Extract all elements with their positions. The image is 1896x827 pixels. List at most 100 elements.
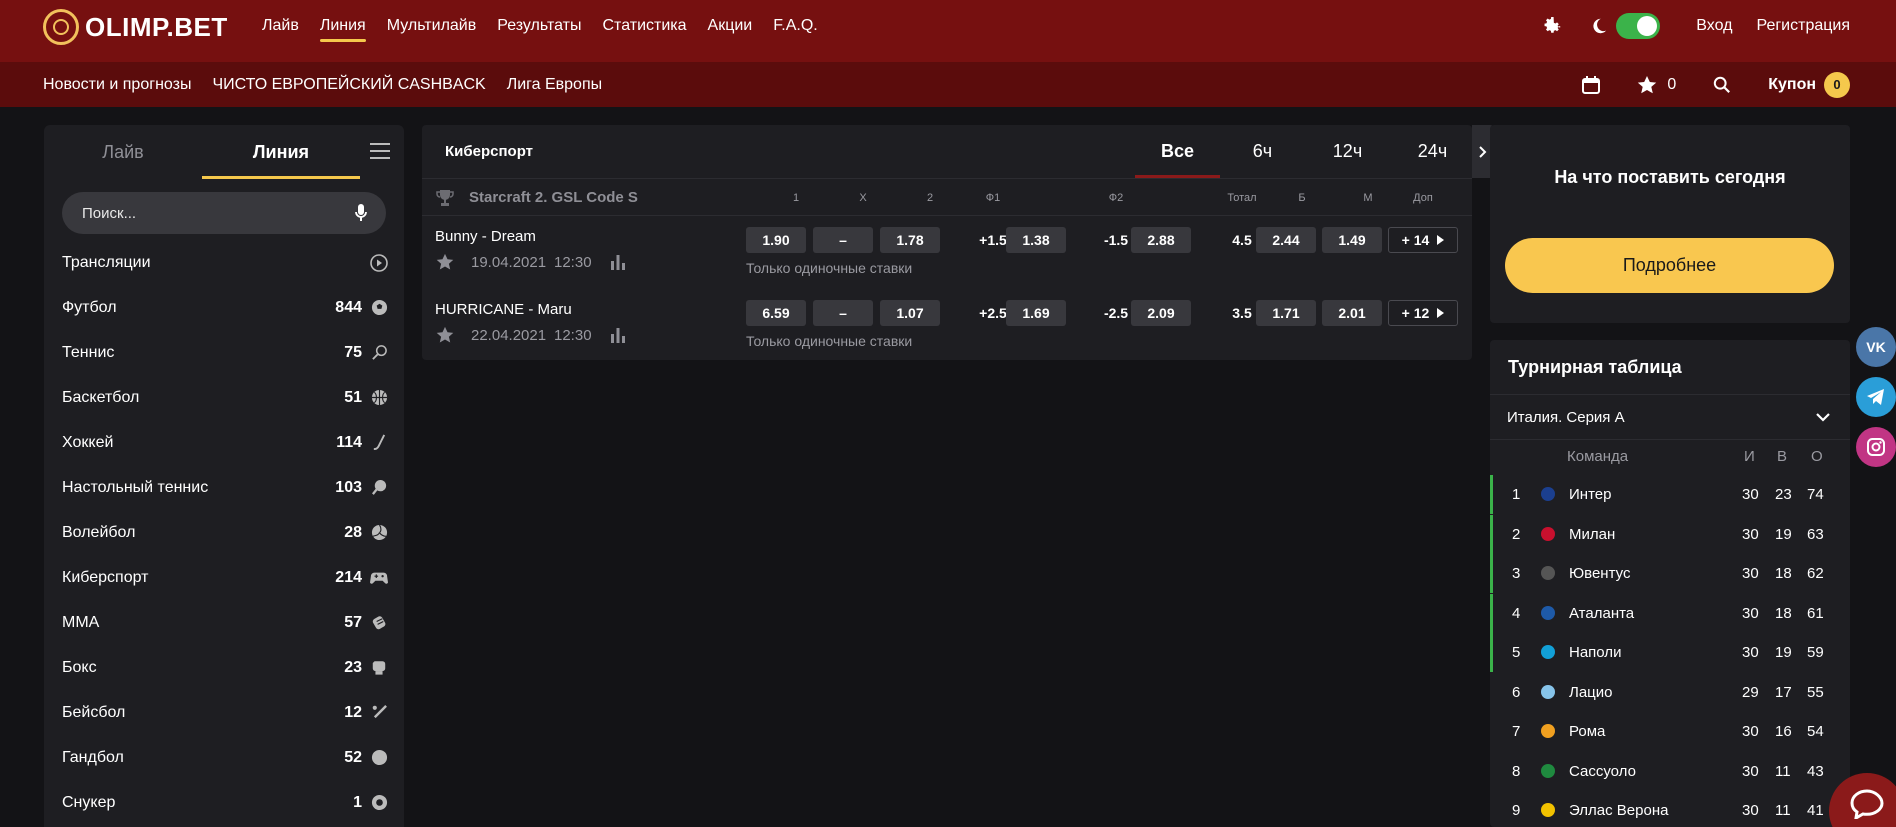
sidebar-item-handball[interactable]: Гандбол 52 bbox=[44, 735, 404, 780]
tab-all[interactable]: Все bbox=[1135, 125, 1220, 178]
stats-icon[interactable] bbox=[610, 326, 626, 344]
team-points: 59 bbox=[1807, 644, 1824, 661]
nav-promotions[interactable]: Акции bbox=[708, 17, 753, 35]
tab-24h[interactable]: 24ч bbox=[1390, 125, 1475, 178]
single-bets-note: Только одиночные ставки bbox=[746, 260, 913, 276]
sidebar-item-volleyball[interactable]: Волейбол 28 bbox=[44, 510, 404, 555]
register-link[interactable]: Регистрация bbox=[1756, 17, 1850, 35]
match-row[interactable]: HURRICANE - Maru 22.04.2021 12:30 Только… bbox=[422, 289, 1472, 362]
sidebar-item-boxing[interactable]: Бокс 23 bbox=[44, 645, 404, 690]
standings-row[interactable]: 5 Наполи 30 19 59 bbox=[1490, 633, 1850, 672]
subnav-news[interactable]: Новости и прогнозы bbox=[43, 76, 191, 94]
more-markets-button[interactable]: + 12 bbox=[1388, 300, 1458, 326]
nav-statistics[interactable]: Статистика bbox=[603, 17, 687, 35]
tab-6h[interactable]: 6ч bbox=[1220, 125, 1305, 178]
vk-icon[interactable]: VK bbox=[1856, 327, 1896, 367]
odd-f2[interactable]: 2.88 bbox=[1131, 227, 1191, 253]
col-x: X bbox=[859, 192, 867, 204]
odd-w2[interactable]: 1.78 bbox=[880, 227, 940, 253]
details-button[interactable]: Подробнее bbox=[1505, 238, 1834, 293]
sidebar-item-tennis[interactable]: Теннис 75 bbox=[44, 330, 404, 375]
subnav-europa-league[interactable]: Лига Европы bbox=[507, 76, 602, 94]
odd-under[interactable]: 1.49 bbox=[1322, 227, 1382, 253]
star-icon[interactable] bbox=[436, 253, 454, 271]
hockey-icon bbox=[370, 434, 388, 452]
sidebar-item-esports[interactable]: Киберспорт 214 bbox=[44, 555, 404, 600]
nav-line[interactable]: Линия bbox=[319, 17, 366, 42]
star-icon[interactable] bbox=[1637, 75, 1657, 95]
events-panel: Киберспорт Все 6ч 12ч 24ч Starcraft 2. G… bbox=[422, 125, 1494, 362]
team-points: 55 bbox=[1807, 683, 1824, 701]
standings-row[interactable]: 1 Интер 30 23 74 bbox=[1490, 475, 1850, 514]
standings-row[interactable]: 8 Сассуоло 30 11 43 bbox=[1490, 752, 1850, 791]
team-position: 9 bbox=[1512, 802, 1521, 819]
odd-w2[interactable]: 1.07 bbox=[880, 300, 940, 326]
odd-f1[interactable]: 1.69 bbox=[1006, 300, 1066, 326]
telegram-icon[interactable] bbox=[1856, 377, 1896, 417]
match-teams[interactable]: HURRICANE - Maru bbox=[435, 301, 572, 318]
hamburger-menu-icon[interactable] bbox=[370, 143, 390, 159]
login-link[interactable]: Вход bbox=[1696, 17, 1732, 35]
match-teams[interactable]: Bunny - Dream bbox=[435, 228, 536, 245]
gear-icon[interactable] bbox=[1540, 14, 1564, 38]
theme-toggle[interactable] bbox=[1616, 13, 1661, 39]
team-name: Рома bbox=[1569, 723, 1606, 740]
search-icon[interactable] bbox=[1712, 75, 1732, 95]
nav-multilive[interactable]: Мультилайв bbox=[387, 17, 477, 35]
coupon-button[interactable]: Купон 0 bbox=[1768, 71, 1850, 98]
sidebar-item-basketball[interactable]: Баскетбол 51 bbox=[44, 375, 404, 420]
sidebar-item-hockey[interactable]: Хоккей 114 bbox=[44, 420, 404, 465]
odd-w1[interactable]: 1.90 bbox=[746, 227, 806, 253]
subnav-cashback[interactable]: ЧИСТО ЕВРОПЕЙСКИЙ CASHBACK bbox=[212, 76, 485, 94]
team-name: Интер bbox=[1569, 486, 1612, 503]
boxing-icon bbox=[370, 659, 388, 677]
star-icon[interactable] bbox=[436, 326, 454, 344]
single-bets-note: Только одиночные ставки bbox=[746, 333, 913, 349]
handball-icon bbox=[370, 749, 388, 767]
standings-row[interactable]: 3 Ювентус 30 18 62 bbox=[1490, 554, 1850, 593]
calendar-icon[interactable] bbox=[1581, 75, 1601, 95]
standings-title: Турнирная таблица bbox=[1508, 357, 1682, 377]
odd-over[interactable]: 2.44 bbox=[1256, 227, 1316, 253]
sport-name: Бейсбол bbox=[62, 703, 126, 721]
instagram-icon[interactable] bbox=[1856, 427, 1896, 467]
odd-under[interactable]: 2.01 bbox=[1322, 300, 1382, 326]
odd-x[interactable]: – bbox=[813, 227, 873, 253]
standings-row[interactable]: 4 Аталанта 30 18 61 bbox=[1490, 593, 1850, 633]
team-won: 19 bbox=[1775, 644, 1792, 661]
odd-f1[interactable]: 1.38 bbox=[1006, 227, 1066, 253]
standings-row[interactable]: 2 Милан 30 19 63 bbox=[1490, 514, 1850, 554]
logo[interactable]: OLIMP.BET bbox=[43, 9, 228, 45]
tab-line[interactable]: Линия bbox=[202, 125, 360, 179]
team-logo-icon bbox=[1541, 645, 1555, 659]
sidebar-item-mma[interactable]: MMA 57 bbox=[44, 600, 404, 645]
sidebar-item-snooker[interactable]: Снукер 1 bbox=[44, 780, 404, 825]
sidebar-item-football[interactable]: Футбол 844 bbox=[44, 285, 404, 330]
match-row[interactable]: Bunny - Dream 19.04.2021 12:30 Только од… bbox=[422, 216, 1472, 289]
team-points: 74 bbox=[1807, 486, 1824, 503]
stats-icon[interactable] bbox=[610, 253, 626, 271]
nav-results[interactable]: Результаты bbox=[497, 17, 581, 35]
standings-row[interactable]: 9 Эллас Верона 30 11 41 bbox=[1490, 791, 1850, 827]
league-select[interactable]: Италия. Серия A bbox=[1490, 394, 1850, 440]
nav-faq[interactable]: F.A.Q. bbox=[773, 17, 817, 35]
standings-row[interactable]: 7 Рома 30 16 54 bbox=[1490, 712, 1850, 751]
sidebar-item-table-tennis[interactable]: Настольный теннис 103 bbox=[44, 465, 404, 510]
sidebar-item-baseball[interactable]: Бейсбол 12 bbox=[44, 690, 404, 735]
sidebar-item-broadcasts[interactable]: Трансляции bbox=[44, 240, 404, 285]
odd-w1[interactable]: 6.59 bbox=[746, 300, 806, 326]
tab-12h[interactable]: 12ч bbox=[1305, 125, 1390, 178]
tab-live[interactable]: Лайв bbox=[44, 125, 202, 179]
team-logo-icon bbox=[1541, 526, 1555, 541]
snooker-icon bbox=[370, 794, 388, 812]
header-points: О bbox=[1811, 448, 1823, 465]
nav-live[interactable]: Лайв bbox=[262, 17, 299, 35]
more-markets-button[interactable]: + 14 bbox=[1388, 227, 1458, 253]
category-title: Киберспорт bbox=[445, 143, 534, 160]
standings-row[interactable]: 6 Лацио 29 17 55 bbox=[1490, 673, 1850, 712]
odd-x[interactable]: – bbox=[813, 300, 873, 326]
search-input[interactable] bbox=[82, 204, 322, 222]
odd-over[interactable]: 1.71 bbox=[1256, 300, 1316, 326]
odd-f2[interactable]: 2.09 bbox=[1131, 300, 1191, 326]
microphone-icon[interactable] bbox=[354, 203, 368, 223]
